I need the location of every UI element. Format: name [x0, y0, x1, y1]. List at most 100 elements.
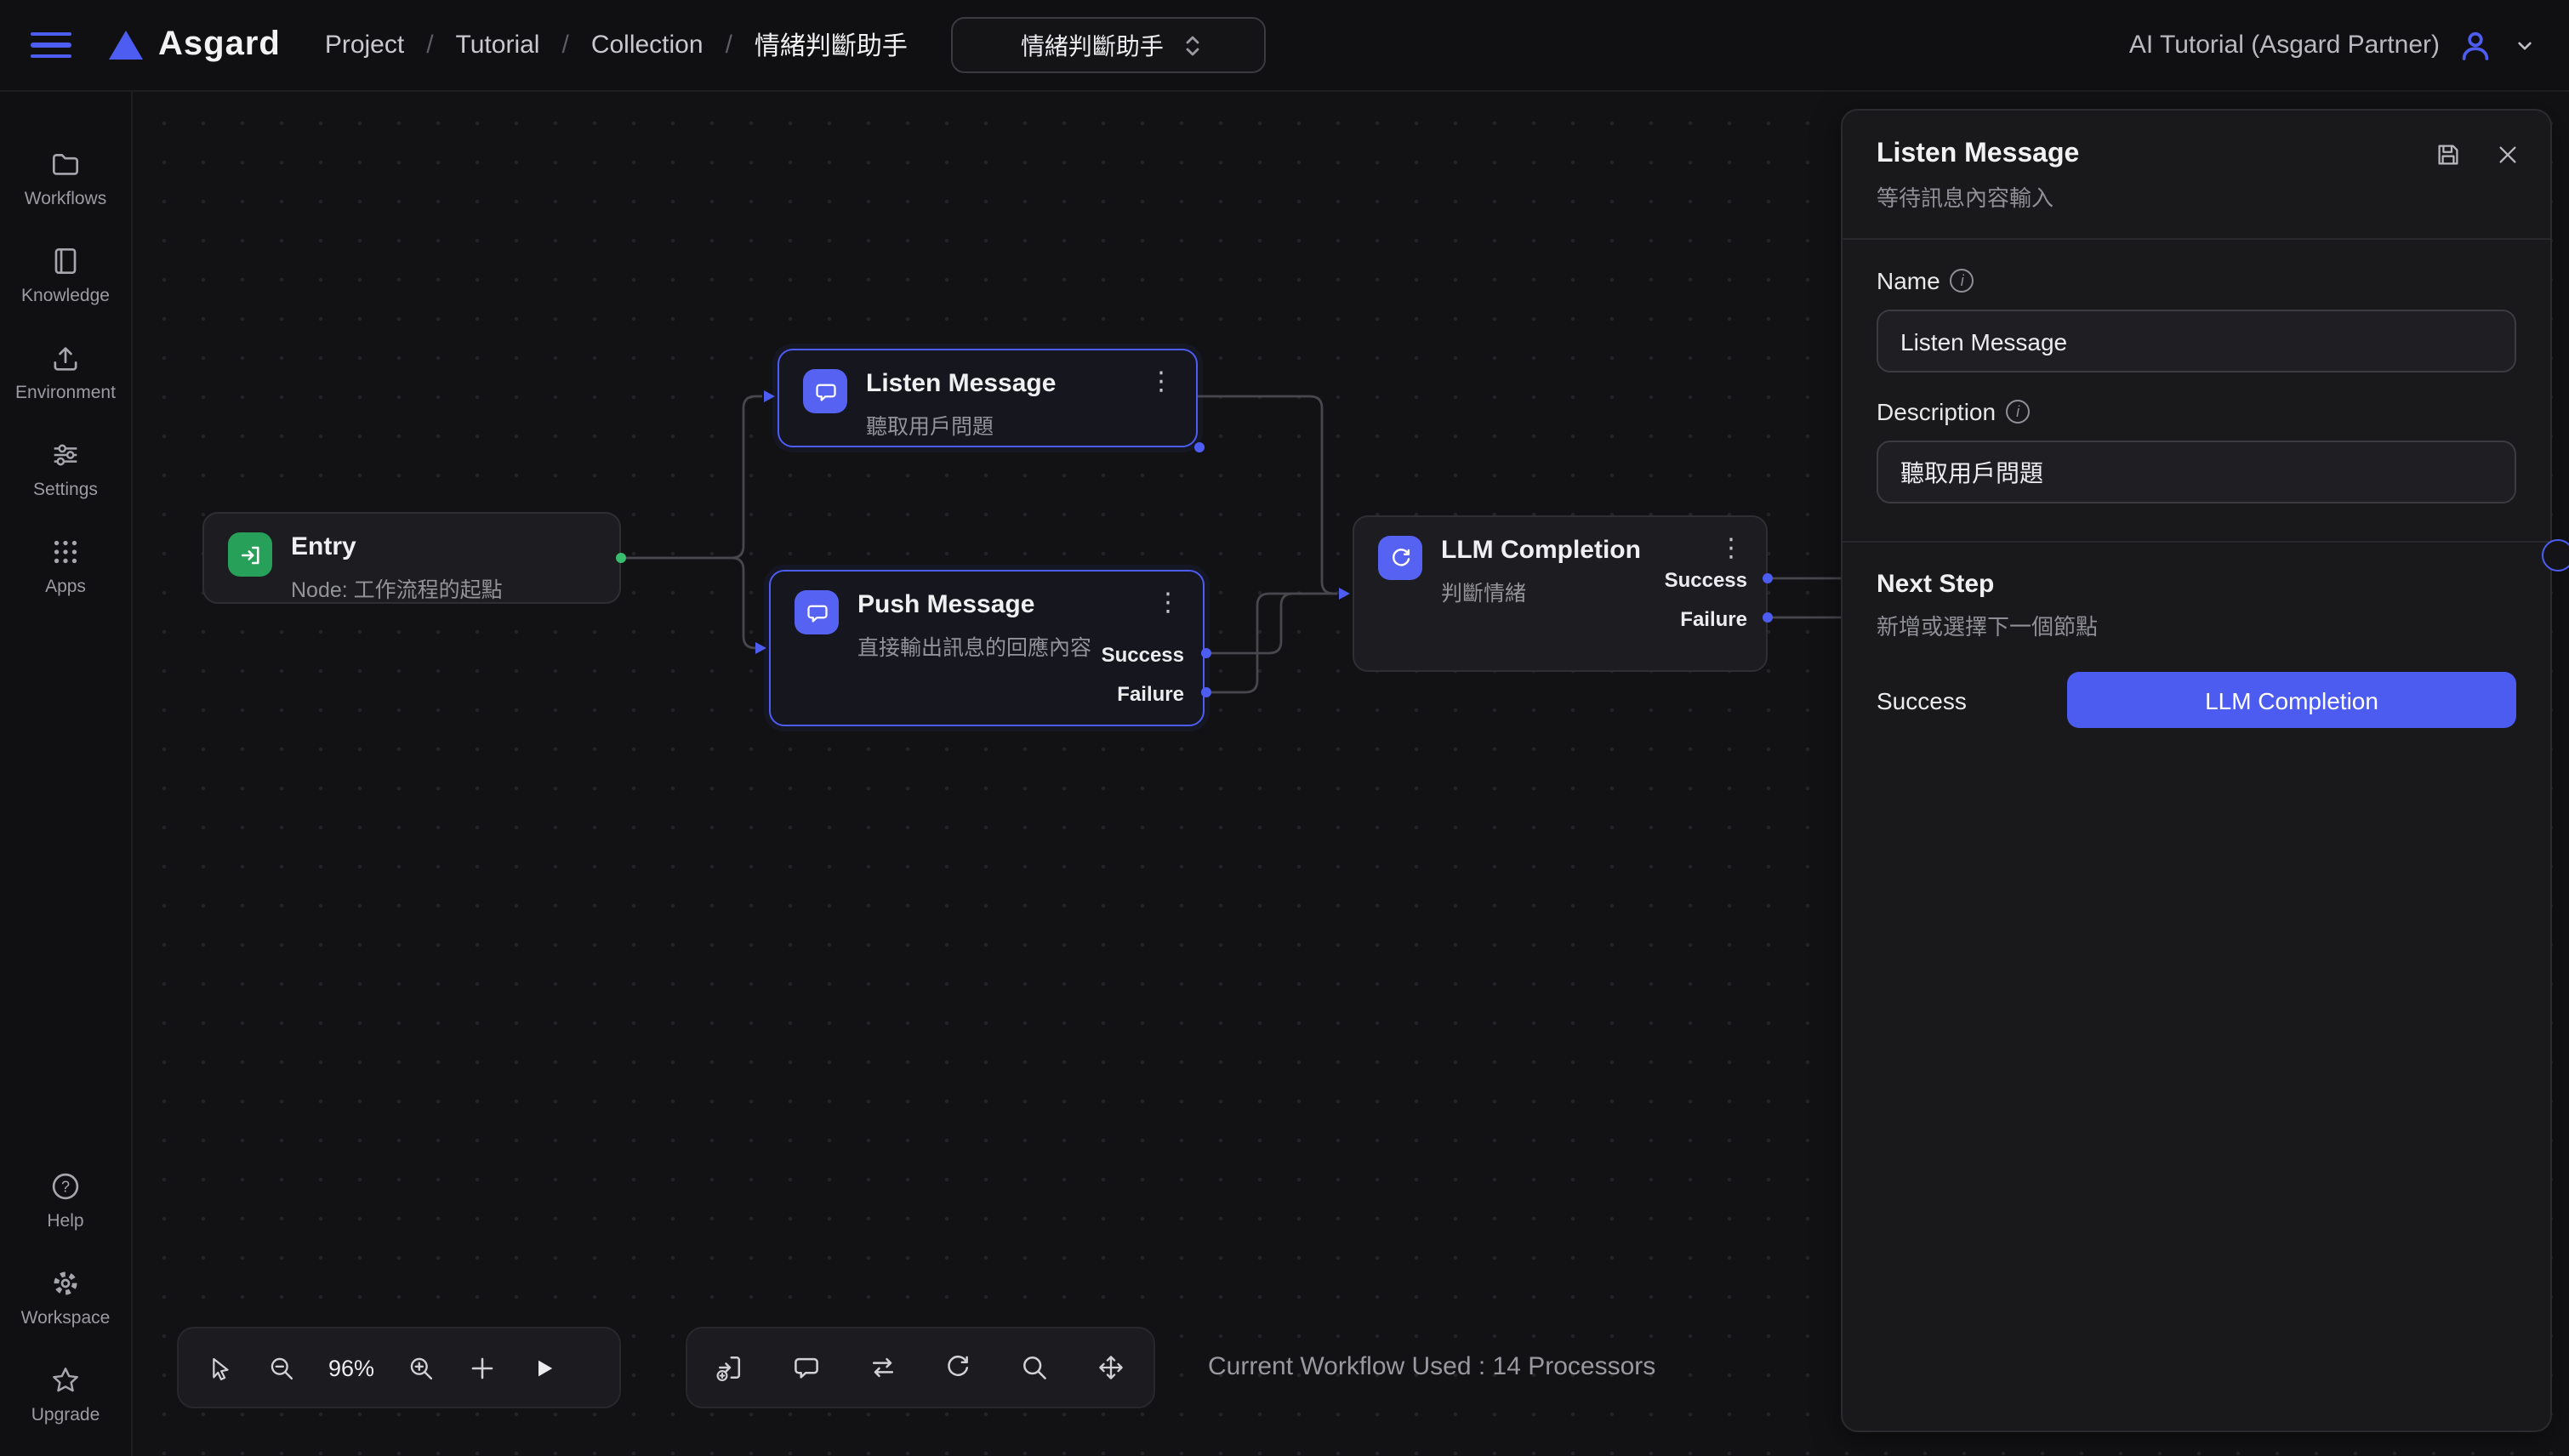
port-label-failure: Failure: [1680, 607, 1747, 631]
account-label: AI Tutorial (Asgard Partner): [2129, 31, 2440, 60]
gear-icon: [49, 1266, 82, 1299]
breadcrumb-separator: /: [426, 31, 433, 60]
svg-text:?: ?: [61, 1177, 70, 1194]
select-cursor-tool[interactable]: [206, 1353, 235, 1382]
sidebar-item-label: Help: [47, 1210, 83, 1231]
sidebar-item-label: Upgrade: [31, 1404, 100, 1425]
port-label-failure: Failure: [1117, 682, 1184, 706]
port-dot-push-failure[interactable]: [1201, 687, 1211, 697]
sidebar-item-settings[interactable]: Settings: [0, 420, 131, 517]
node-menu-icon[interactable]: ⋮: [1712, 532, 1751, 565]
workflow-usage-status: Current Workflow Used : 14 Processors: [1208, 1327, 1655, 1408]
add-exchange-node-tool[interactable]: [867, 1352, 897, 1383]
menu-icon[interactable]: [31, 32, 71, 59]
upload-icon: [49, 341, 82, 373]
add-entry-node-tool[interactable]: [715, 1352, 745, 1383]
sidebar-item-label: Workflows: [25, 188, 106, 208]
sidebar-item-upgrade[interactable]: Upgrade: [0, 1345, 131, 1442]
sidebar: Workflows Knowledge Environment Settings: [0, 92, 133, 1456]
zoom-in-button[interactable]: [407, 1353, 436, 1382]
canvas-zoom-toolbar: 96%: [177, 1327, 621, 1408]
close-icon[interactable]: [2496, 143, 2520, 167]
llm-refresh-icon: [1378, 536, 1422, 580]
user-icon[interactable]: [2457, 26, 2494, 64]
sidebar-item-label: Workspace: [21, 1307, 111, 1328]
node-menu-icon[interactable]: ⋮: [1142, 366, 1181, 398]
next-step-subtitle: 新增或選擇下一個節點: [1877, 609, 2516, 641]
port-label-success: Success: [1102, 643, 1184, 667]
help-icon: ?: [49, 1169, 82, 1202]
port-dot-llm-failure[interactable]: [1763, 612, 1773, 623]
node-subtitle: Node: 工作流程的起點: [291, 572, 503, 604]
port-dot-llm-success[interactable]: [1763, 573, 1773, 583]
sidebar-item-help[interactable]: ? Help: [0, 1152, 131, 1248]
add-node-button[interactable]: [468, 1353, 497, 1382]
folder-icon: [49, 147, 82, 179]
breadcrumb-collection[interactable]: Collection: [591, 31, 703, 60]
logo-triangle-icon: [109, 31, 143, 60]
node-push-message[interactable]: Push Message 直接輸出訊息的回應內容 ⋮ Success Failu…: [769, 570, 1205, 726]
node-listen-message[interactable]: Listen Message 聽取用戶問題 ⋮: [778, 349, 1198, 447]
zoom-out-button[interactable]: [267, 1353, 296, 1382]
breadcrumb: Project / Tutorial / Collection / 情緒判斷助手: [325, 27, 908, 63]
node-title: LLM Completion: [1441, 536, 1641, 566]
run-workflow-button[interactable]: [529, 1353, 558, 1382]
sidebar-item-environment[interactable]: Environment: [0, 323, 131, 420]
sidebar-item-label: Settings: [33, 479, 98, 499]
node-subtitle: 判斷情緒: [1441, 575, 1641, 607]
entry-node-icon: [228, 532, 272, 577]
chevron-down-icon[interactable]: [2511, 31, 2538, 59]
sidebar-item-workspace[interactable]: Workspace: [0, 1248, 131, 1345]
chevron-updown-icon: [1181, 30, 1205, 60]
node-palette-toolbar: [686, 1327, 1155, 1408]
description-field-label: Description: [1877, 398, 1996, 425]
chat-bubble-icon: [795, 590, 839, 634]
apps-grid-icon: [49, 535, 82, 567]
pan-move-tool[interactable]: [1096, 1352, 1126, 1383]
port-dot-entry-out[interactable]: [616, 553, 626, 563]
app-root: Asgard Project / Tutorial / Collection /…: [0, 0, 2569, 1456]
info-icon: i: [2006, 400, 2030, 424]
workflow-selector[interactable]: 情緒判斷助手: [952, 17, 1267, 73]
port-dot-listen-out[interactable]: [1194, 442, 1205, 452]
node-inspector-panel: Listen Message 等待訊息內容輸入 Name i Descripti…: [1841, 109, 2552, 1432]
port-label-success: Success: [1665, 568, 1747, 592]
name-field-label: Name: [1877, 267, 1940, 294]
node-subtitle: 聽取用戶問題: [866, 408, 1056, 441]
sidebar-item-label: Environment: [15, 382, 116, 402]
sidebar-item-label: Knowledge: [21, 285, 110, 305]
search-tool[interactable]: [1019, 1352, 1050, 1383]
node-subtitle: 直接輸出訊息的回應內容: [857, 629, 1091, 662]
sliders-icon: [49, 438, 82, 470]
book-icon: [49, 244, 82, 276]
save-icon[interactable]: [2435, 141, 2462, 168]
breadcrumb-tutorial[interactable]: Tutorial: [456, 31, 540, 60]
node-entry[interactable]: Entry Node: 工作流程的起點: [202, 512, 621, 604]
success-branch-label: Success: [1877, 686, 1967, 714]
breadcrumb-separator: /: [561, 31, 568, 60]
info-icon: i: [1951, 269, 1974, 293]
node-title: Push Message: [857, 590, 1091, 621]
workflow-selector-value: 情緒判斷助手: [1021, 28, 1164, 62]
sidebar-item-knowledge[interactable]: Knowledge: [0, 226, 131, 323]
breadcrumb-current[interactable]: 情緒判斷助手: [755, 27, 908, 63]
sidebar-item-workflows[interactable]: Workflows: [0, 129, 131, 226]
add-llm-node-tool[interactable]: [943, 1352, 974, 1383]
node-menu-icon[interactable]: ⋮: [1148, 587, 1188, 619]
node-title: Listen Message: [866, 369, 1056, 400]
zoom-level: 96%: [328, 1355, 374, 1380]
port-dot-push-success[interactable]: [1201, 648, 1211, 658]
next-step-target-button[interactable]: LLM Completion: [2067, 672, 2516, 728]
sidebar-item-apps[interactable]: Apps: [0, 517, 131, 614]
breadcrumb-project[interactable]: Project: [325, 31, 404, 60]
description-input[interactable]: [1877, 441, 2516, 503]
node-llm-completion[interactable]: LLM Completion 判斷情緒 ⋮ Success Failure: [1353, 515, 1768, 672]
node-title: Entry: [291, 532, 503, 563]
logo[interactable]: Asgard: [109, 26, 281, 65]
add-message-node-tool[interactable]: [791, 1352, 822, 1383]
name-input[interactable]: [1877, 310, 2516, 373]
top-bar: Asgard Project / Tutorial / Collection /…: [0, 0, 2569, 92]
panel-subtitle: 等待訊息內容輸入: [1877, 180, 2516, 213]
chat-bubble-icon: [803, 369, 847, 413]
panel-edge-handle[interactable]: [2542, 539, 2569, 572]
